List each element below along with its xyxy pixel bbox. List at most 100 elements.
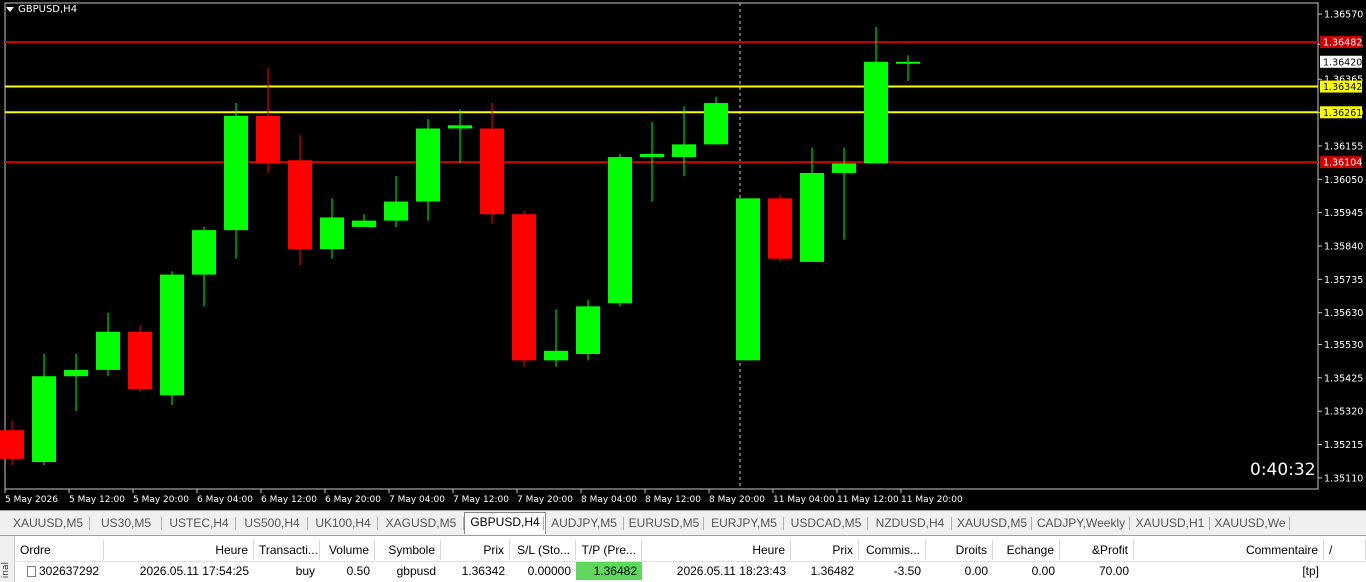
time-tick-label: 7 May 12:00	[453, 495, 509, 505]
column-header[interactable]: Transacti...	[254, 540, 320, 560]
table-cell: buy	[295, 564, 315, 578]
candle-body	[0, 430, 24, 459]
chart-canvas[interactable]: 1.365701.364751.363651.362601.361551.360…	[0, 0, 1366, 510]
tab-audjpy-m5[interactable]: AUDJPY,M5	[544, 514, 624, 533]
time-tick-label: 11 May 20:00	[901, 495, 963, 505]
table-cell: 2026.05.11 17:54:25	[139, 564, 249, 578]
column-header[interactable]: Heure	[104, 540, 254, 560]
time-tick-label: 6 May 04:00	[197, 495, 253, 505]
column-header[interactable]: /	[1324, 540, 1366, 560]
tab-us500-h4[interactable]: US500,H4	[236, 514, 308, 533]
tab-cadjpy-weekly[interactable]: CADJPY,Weekly	[1032, 514, 1130, 533]
terminal-panel: inal Ordre Heure Transacti... Volume Symbole…	[0, 535, 1366, 582]
time-tick-label: 7 May 04:00	[389, 495, 445, 505]
price-tick-label: 1.36570	[1324, 10, 1363, 21]
price-chart[interactable]: 1.365701.364751.363651.362601.361551.360…	[0, 0, 1366, 510]
candle-body	[544, 350, 568, 361]
candle-body	[736, 198, 760, 361]
candle-body	[896, 61, 920, 64]
table-cell: 0.50	[346, 564, 370, 578]
time-tick-label: 5 May 12:00	[69, 495, 125, 505]
tab-usdcad-m5[interactable]: USDCAD,M5	[784, 514, 868, 533]
time-tick-label: 8 May 12:00	[645, 495, 701, 505]
chart-title: GBPUSD,H4	[6, 4, 77, 15]
column-header[interactable]: Droits	[926, 540, 993, 560]
candle-body	[192, 230, 216, 275]
tab-eurjpy-m5[interactable]: EURJPY,M5	[704, 514, 784, 533]
candle-body	[864, 61, 888, 164]
candle-body	[224, 115, 248, 231]
time-tick-label: 6 May 12:00	[261, 495, 317, 505]
table-cell: gbpusd	[396, 564, 436, 578]
bid-tag-label: 1.36420	[1323, 57, 1362, 68]
table-cell: 0.00000	[527, 564, 571, 578]
candle-body	[352, 220, 376, 227]
tab-ustec-h4[interactable]: USTEC,H4	[162, 514, 236, 533]
tab-nzdusd-h4[interactable]: NZDUSD,H4	[868, 514, 952, 533]
candle-body	[384, 201, 408, 221]
tab-us30-m5[interactable]: US30,M5	[90, 514, 162, 533]
column-header[interactable]: T/P (Pre...	[576, 540, 642, 560]
chart-tabs-bar: XAUUSD,M5 US30,M5 USTEC,H4 US500,H4 UK100,H4…	[0, 510, 1366, 535]
price-tick-label: 1.35840	[1324, 242, 1363, 253]
tab-separator	[1289, 517, 1290, 530]
candle-body	[832, 163, 856, 173]
tab-gbpusd-h4[interactable]: GBPUSD,H4	[464, 512, 546, 534]
tab-xauusd-we[interactable]: XAUUSD,We	[1210, 514, 1290, 533]
time-tick-label: 11 May 12:00	[837, 495, 899, 505]
table-cell: 70.00	[1098, 564, 1129, 578]
column-header[interactable]: Heure	[642, 540, 791, 560]
candle-body	[448, 125, 472, 129]
table-cell: -3.50	[893, 564, 921, 578]
time-tick-label: 8 May 20:00	[709, 495, 765, 505]
candle-timer: 0:40:32	[1250, 460, 1316, 480]
column-header[interactable]: &Profit	[1060, 540, 1134, 560]
time-tick-label: 5 May 20:00	[133, 495, 189, 505]
table-cell: 2026.05.11 18:23:43	[676, 564, 786, 578]
column-header[interactable]: Prix	[791, 540, 859, 560]
time-tick-label: 11 May 04:00	[773, 495, 835, 505]
candle-body	[160, 274, 184, 396]
time-tick-label: 6 May 20:00	[325, 495, 381, 505]
tab-xauusd-m5[interactable]: XAUUSD,M5	[6, 514, 90, 533]
column-header[interactable]: Ordre	[15, 540, 104, 560]
tab-xagusd-m5[interactable]: XAGUSD,M5	[378, 514, 464, 533]
column-header[interactable]: Volume	[320, 540, 375, 560]
column-header[interactable]: Symbole	[375, 540, 441, 560]
candle-body	[128, 331, 152, 389]
candle-body	[768, 198, 792, 259]
candle-body	[800, 172, 824, 262]
candle-body	[320, 217, 344, 250]
price-tick-label: 1.35215	[1324, 440, 1363, 451]
candle-body	[512, 214, 536, 361]
column-header[interactable]: S/L (Sto...	[510, 540, 576, 560]
price-tick-label: 1.35320	[1324, 407, 1363, 418]
level-tag-label: 1.36342	[1323, 82, 1362, 93]
tab-uk100-h4[interactable]: UK100,H4	[308, 514, 378, 533]
column-header[interactable]: Commentaire	[1134, 540, 1324, 560]
candle-body	[96, 331, 120, 370]
table-cell: 302637292	[22, 562, 111, 580]
time-tick-label: 7 May 20:00	[517, 495, 573, 505]
level-tag-label: 1.36261	[1323, 108, 1362, 119]
dropdown-triangle-icon[interactable]	[6, 6, 14, 12]
order-id: 302637292	[39, 564, 100, 578]
price-tick-label: 1.35530	[1324, 340, 1363, 351]
tab-eurusd-m5[interactable]: EURUSD,M5	[624, 514, 704, 533]
take-profit-cell: 1.36482	[576, 562, 642, 580]
time-tick-label: 5 May 2026	[5, 495, 58, 505]
tab-xauusd-h1[interactable]: XAUUSD,H1	[1130, 514, 1210, 533]
candle-body	[608, 157, 632, 304]
price-tick-label: 1.36050	[1324, 175, 1363, 186]
price-tick-label: 1.35630	[1324, 308, 1363, 319]
order-document-icon	[27, 566, 36, 578]
price-tick-label: 1.35425	[1324, 373, 1363, 384]
table-cell: 0.00	[964, 564, 988, 578]
price-tick-label: 1.35110	[1324, 473, 1363, 484]
candle-body	[32, 376, 56, 462]
candle-body	[576, 306, 600, 354]
column-header[interactable]: Prix	[441, 540, 510, 560]
tab-xauusd-m5[interactable]: XAUUSD,M5	[952, 514, 1032, 533]
column-header[interactable]: Commis...	[859, 540, 926, 560]
column-header[interactable]: Echange	[993, 540, 1060, 560]
